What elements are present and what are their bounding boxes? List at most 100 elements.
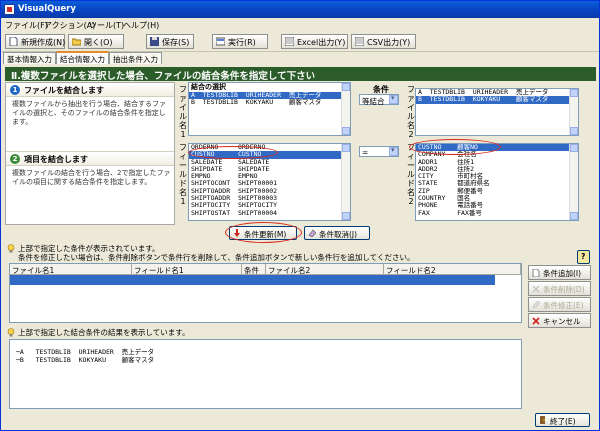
modify-label: 条件修正(E) xyxy=(543,301,584,310)
guide-panel: 1 ファイルを結合します 複数ファイルから抽出を行う場合、結合するファイルの選択… xyxy=(5,82,175,225)
folder-icon xyxy=(72,38,81,46)
tab-basic-info[interactable]: 基本情報入力 xyxy=(3,52,56,64)
cancel-button[interactable]: キャンセル xyxy=(528,313,591,328)
status-bar: 終了(E) xyxy=(1,411,599,430)
file1-item-b[interactable]: B TESTDBLIB KOKYAKU 顧客マスタ xyxy=(189,98,350,106)
section-title: 項目を結合します xyxy=(24,155,88,164)
file1-list[interactable]: 結合の選択 A TESTDBLIB URIHEADER 売上データ B TEST… xyxy=(188,82,351,136)
field2-item[interactable]: FAX FAX番号 xyxy=(416,209,578,217)
field2-list[interactable]: CUSTNO 顧客NO COMPANY 会社名 ADDR1 住所1 ADDR2 … xyxy=(415,143,579,221)
join-type-value: 等結合 xyxy=(362,97,385,106)
open-button[interactable]: 開く(O) xyxy=(68,34,124,49)
menu-tools[interactable]: ツール(T) xyxy=(89,20,124,31)
csv-label: CSV出力(Y) xyxy=(367,38,411,47)
csv-export-button[interactable]: CSV出力(Y) xyxy=(351,34,416,49)
excel-icon xyxy=(285,37,294,46)
edit-icon xyxy=(532,301,540,309)
open-label: 開く(O) xyxy=(84,38,113,47)
exit-label: 終了(E) xyxy=(550,417,576,426)
chevron-down-icon xyxy=(389,146,398,156)
field1-item[interactable]: SHIPTOSTAT SHIPT00004 xyxy=(189,209,350,217)
excel-export-button[interactable]: Excel出力(Y) xyxy=(281,34,348,49)
excel-label: Excel出力(Y) xyxy=(297,38,346,47)
highlight-ring xyxy=(225,222,302,243)
tree-info: 上部で指定した結合条件の結果を表示しています。 xyxy=(7,328,507,337)
csv-icon xyxy=(355,37,364,46)
section-description: 複数ファイルから抽出を行う場合、結合するファイルの選択と、そのファイルの結合条件… xyxy=(12,100,166,126)
menu-action[interactable]: アクション(A) xyxy=(44,20,95,31)
guide-section-files-title: 1 ファイルを結合します xyxy=(6,83,174,97)
exit-button[interactable]: 終了(E) xyxy=(535,413,590,427)
new-file-icon xyxy=(9,37,18,46)
lightbulb-icon xyxy=(7,244,15,253)
grid-selected-row[interactable] xyxy=(10,275,495,285)
highlight-ring xyxy=(409,139,501,155)
file1-scrollbar[interactable] xyxy=(341,83,350,135)
modify-condition-button[interactable]: 条件修正(E) xyxy=(528,297,591,312)
field1-label: フィールド名1 xyxy=(179,143,187,206)
title-bar: VisualQuery xyxy=(1,1,599,18)
tab-extract-cond[interactable]: 抽出条件入力 xyxy=(109,52,162,64)
run-button[interactable]: 実行(R) xyxy=(212,34,268,49)
help-button[interactable]: ? xyxy=(577,250,590,264)
run-icon xyxy=(216,37,225,46)
field1-scrollbar[interactable] xyxy=(341,144,350,220)
grid-info: 上部で指定した条件が表示されています。 条件を修正したい場合は、条件削除ボタンで… xyxy=(7,244,567,262)
tab-join-info[interactable]: 結合情報入力 xyxy=(56,51,109,64)
add-label: 条件追加(I) xyxy=(543,269,582,278)
section-description: 複数ファイルの結合を行う場合、2で指定したファイルの項目に関する結合条件を指定し… xyxy=(12,169,171,186)
guide-section-files: 1 ファイルを結合します 複数ファイルから抽出を行う場合、結合するファイルの選択… xyxy=(6,83,174,151)
tree-info-line1: 上部で指定した結合条件の結果を表示しています。 xyxy=(18,328,190,337)
add-condition-button[interactable]: 条件追加(I) xyxy=(528,265,591,280)
join-type-select[interactable]: 等結合 xyxy=(359,94,399,106)
grid-col-file1[interactable]: ファイル名1 xyxy=(10,264,132,275)
new-button[interactable]: 新規作成(N) xyxy=(5,34,65,49)
floppy-icon xyxy=(150,37,159,46)
menu-bar: ファイル(F) アクション(A) ツール(T) ヘルプ(H) xyxy=(1,18,599,32)
field-operator-select[interactable]: = xyxy=(359,146,399,157)
main-window: VisualQuery ファイル(F) アクション(A) ツール(T) ヘルプ(… xyxy=(0,0,600,431)
grid-info-line1: 上部で指定した条件が表示されています。 xyxy=(18,244,160,253)
section-title: ファイルを結合します xyxy=(24,86,104,95)
app-icon xyxy=(4,4,15,15)
tree-node-b[interactable]: ─B TESTDBLIB KOKYAKU 顧客マスタ xyxy=(16,354,154,364)
run-label: 実行(R) xyxy=(228,38,256,47)
add-doc-icon xyxy=(532,269,540,277)
grid-col-condition[interactable]: 条件 xyxy=(242,264,266,275)
save-label: 保存(S) xyxy=(162,38,190,47)
field2-scrollbar[interactable] xyxy=(569,144,578,220)
delete-icon xyxy=(532,285,540,293)
file2-item-b[interactable]: B TESTDBLIB KOKYAKU 顧客マスタ xyxy=(416,95,578,104)
exit-door-icon xyxy=(540,416,545,424)
condition-grid[interactable]: ファイル名1 フィールド名1 条件 ファイル名2 フィールド名2 xyxy=(9,263,522,323)
toolbar: 新規作成(N) 開く(O) 保存(S) 実行(R) Excel出力(Y) CSV… xyxy=(1,32,599,52)
file2-list[interactable]: A TESTDBLIB URIHEADER 売上データ B TESTDBLIB … xyxy=(415,88,579,136)
step-banner: Ⅱ.複数ファイルを選択した場合、ファイルの結合条件を指定して下さい xyxy=(5,67,596,82)
lightbulb-icon xyxy=(7,328,15,337)
save-button[interactable]: 保存(S) xyxy=(146,34,194,49)
eraser-icon xyxy=(308,229,316,237)
chevron-down-icon xyxy=(389,94,398,104)
join-result-tree[interactable]: ─A TESTDBLIB URIHEADER 売上データ ─B TESTDBLI… xyxy=(9,339,522,409)
window-title: VisualQuery xyxy=(18,4,76,14)
file1-label: ファイル名1 xyxy=(179,85,187,139)
cancel-condition-button[interactable]: 条件取消(J) xyxy=(304,226,370,240)
menu-file[interactable]: ファイル(F) xyxy=(5,20,48,31)
highlight-ring xyxy=(188,146,278,159)
step-number-badge: 1 xyxy=(10,85,20,95)
file2-scrollbar[interactable] xyxy=(569,89,578,135)
step-number-badge: 2 xyxy=(10,154,20,164)
menu-help[interactable]: ヘルプ(H) xyxy=(123,20,159,31)
grid-col-file2[interactable]: ファイル名2 xyxy=(266,264,384,275)
guide-section-fields: 2 項目を結合します 複数ファイルの結合を行う場合、2で指定したファイルの項目に… xyxy=(6,151,174,223)
close-icon xyxy=(532,317,540,325)
new-label: 新規作成(N) xyxy=(21,38,66,47)
grid-col-field2[interactable]: フィールド名2 xyxy=(384,264,521,275)
cancel-cond-label: 条件取消(J) xyxy=(319,230,358,239)
cancel-label: キャンセル xyxy=(543,317,581,326)
field-operator-value: = xyxy=(362,148,369,157)
delete-condition-button[interactable]: 条件削除(D) xyxy=(528,281,591,296)
grid-col-field1[interactable]: フィールド名1 xyxy=(132,264,242,275)
delete-label: 条件削除(D) xyxy=(543,285,585,294)
guide-section-fields-title: 2 項目を結合します xyxy=(6,152,174,166)
